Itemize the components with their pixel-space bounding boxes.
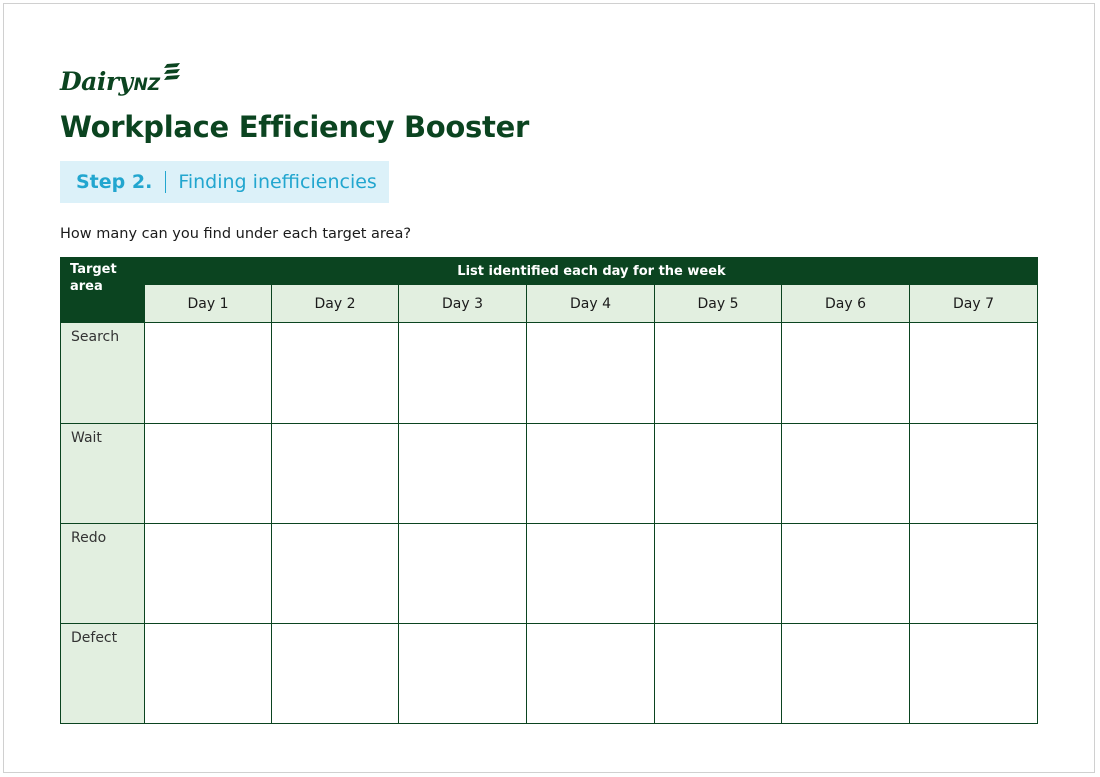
entry-cell[interactable] — [527, 624, 655, 724]
entry-cell[interactable] — [272, 424, 399, 524]
entry-cell[interactable] — [399, 524, 527, 624]
day-header: Day 1 — [145, 285, 272, 323]
step-banner: Step 2. Finding inefficiencies — [60, 161, 389, 203]
entry-cell[interactable] — [910, 323, 1038, 424]
entry-cell[interactable] — [145, 524, 272, 624]
logo-nz: NZ — [133, 75, 161, 95]
entry-cell[interactable] — [782, 624, 910, 724]
day-header: Day 2 — [272, 285, 399, 323]
row-label: Defect — [60, 624, 145, 724]
target-area-header: Target area — [60, 257, 145, 323]
entry-cell[interactable] — [145, 424, 272, 524]
step-label: Finding inefficiencies — [178, 171, 377, 193]
day-header: Day 6 — [782, 285, 910, 323]
row-label: Wait — [60, 424, 145, 524]
entry-cell[interactable] — [910, 624, 1038, 724]
entry-cell[interactable] — [272, 524, 399, 624]
entry-cell[interactable] — [527, 524, 655, 624]
day-header: Day 5 — [655, 285, 782, 323]
entry-cell[interactable] — [527, 323, 655, 424]
entry-cell[interactable] — [399, 323, 527, 424]
day-header: Day 3 — [399, 285, 527, 323]
entry-cell[interactable] — [655, 624, 782, 724]
entry-cell[interactable] — [655, 524, 782, 624]
entry-cell[interactable] — [655, 424, 782, 524]
entry-cell[interactable] — [782, 424, 910, 524]
page-title: Workplace Efficiency Booster — [60, 110, 529, 144]
step-number: Step 2. — [76, 171, 153, 193]
entry-cell[interactable] — [272, 323, 399, 424]
entry-cell[interactable] — [145, 624, 272, 724]
day-header: Day 7 — [910, 285, 1038, 323]
entry-cell[interactable] — [145, 323, 272, 424]
entry-cell[interactable] — [399, 424, 527, 524]
entry-cell[interactable] — [782, 524, 910, 624]
week-group-header: List identified each day for the week — [145, 257, 1038, 285]
day-header: Day 4 — [527, 285, 655, 323]
entry-cell[interactable] — [399, 624, 527, 724]
entry-cell[interactable] — [527, 424, 655, 524]
row-label: Search — [60, 323, 145, 424]
entry-cell[interactable] — [782, 323, 910, 424]
entry-cell[interactable] — [910, 524, 1038, 624]
dairynz-stripes-icon — [164, 63, 181, 80]
entry-cell[interactable] — [272, 624, 399, 724]
dairynz-logo: Dairy NZ — [60, 58, 181, 94]
row-label: Redo — [60, 524, 145, 624]
tracking-table: Target area List identified each day for… — [60, 257, 1039, 724]
logo-text: Dairy — [60, 67, 133, 96]
step-divider — [165, 171, 167, 193]
instruction-text: How many can you find under each target … — [60, 226, 412, 242]
entry-cell[interactable] — [910, 424, 1038, 524]
entry-cell[interactable] — [655, 323, 782, 424]
